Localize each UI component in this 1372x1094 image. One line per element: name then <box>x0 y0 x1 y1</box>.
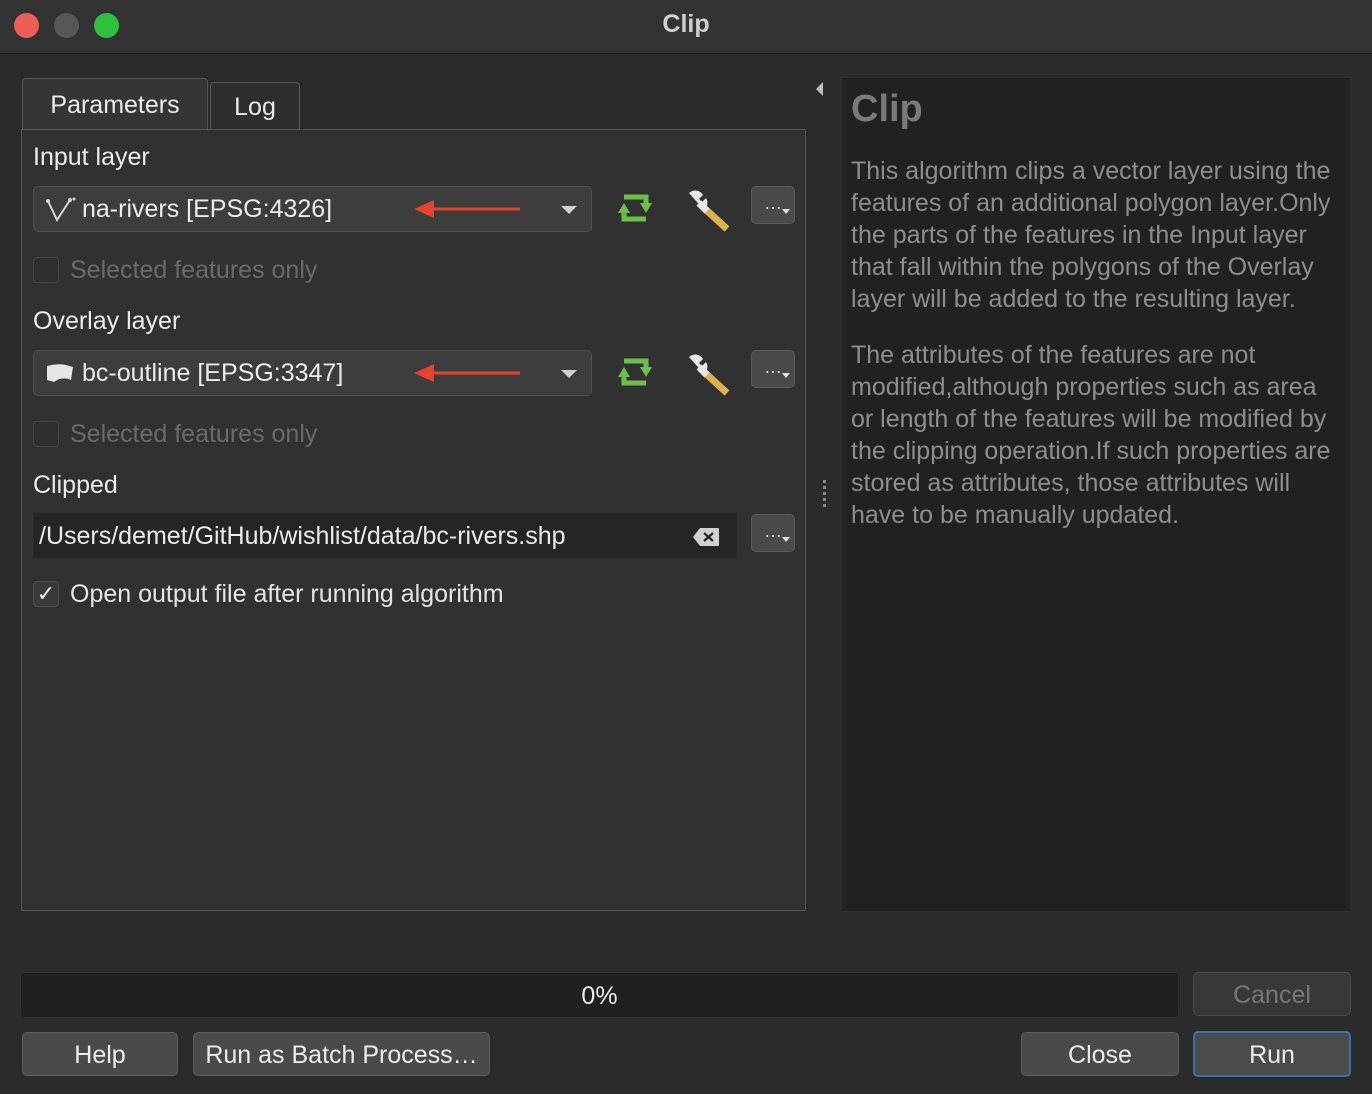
clipped-label: Clipped <box>33 471 118 499</box>
title-bar: Clip <box>0 0 1372 54</box>
input-selected-only-checkbox[interactable] <box>33 257 59 283</box>
help-paragraph-2: The attributes of the features are not m… <box>851 341 1331 529</box>
iterate-icon[interactable] <box>610 347 660 397</box>
chevron-down-icon <box>561 370 577 378</box>
input-layer-combo[interactable]: na-rivers [EPSG:4326] <box>33 186 592 232</box>
batch-process-button[interactable]: Run as Batch Process… <box>193 1032 490 1076</box>
wrench-icon[interactable] <box>683 183 733 233</box>
polygon-layer-icon <box>47 364 73 382</box>
chevron-down-icon <box>561 206 577 214</box>
help-paragraph-1: This algorithm clips a vector layer usin… <box>851 157 1331 313</box>
input-layer-label: Input layer <box>33 143 150 171</box>
iterate-icon[interactable] <box>610 183 660 233</box>
wrench-icon[interactable] <box>683 347 733 397</box>
overlay-layer-label: Overlay layer <box>33 307 181 335</box>
input-layer-browse-button[interactable]: … <box>751 186 795 224</box>
overlay-layer-combo[interactable]: bc-outline [EPSG:3347] <box>33 350 592 396</box>
overlay-selected-only-checkbox[interactable] <box>33 421 59 447</box>
progress-bar: 0% <box>20 972 1179 1018</box>
tab-parameters[interactable]: Parameters <box>22 78 208 132</box>
browse-button-label: … <box>764 193 782 213</box>
run-button[interactable]: Run <box>1193 1031 1351 1077</box>
line-layer-icon <box>46 197 76 223</box>
browse-button-label: … <box>764 357 782 377</box>
help-panel: Clip This algorithm clips a vector layer… <box>841 77 1351 912</box>
window-title: Clip <box>662 10 710 38</box>
cancel-button[interactable]: Cancel <box>1193 972 1351 1016</box>
clear-field-icon[interactable] <box>692 527 720 547</box>
open-output-label: Open output file after running algorithm <box>70 580 504 608</box>
input-layer-value: na-rivers [EPSG:4326] <box>82 195 333 223</box>
output-path-value: /Users/demet/GitHub/wishlist/data/bc-riv… <box>39 522 566 550</box>
overlay-layer-value: bc-outline [EPSG:3347] <box>82 359 344 387</box>
input-selected-only-label: Selected features only <box>70 256 318 284</box>
help-title: Clip <box>851 88 923 130</box>
help-button[interactable]: Help <box>22 1032 178 1076</box>
tab-log[interactable]: Log <box>210 82 300 130</box>
overlay-selected-only-label: Selected features only <box>70 420 318 448</box>
close-button[interactable]: Close <box>1021 1032 1179 1076</box>
open-output-checkbox[interactable]: ✓ <box>33 581 59 607</box>
output-browse-button[interactable]: … <box>751 514 795 552</box>
annotation-arrow-icon <box>414 364 520 382</box>
collapse-help-arrow-icon[interactable] <box>816 82 823 96</box>
browse-button-label: … <box>764 521 782 541</box>
output-path-field[interactable]: /Users/demet/GitHub/wishlist/data/bc-riv… <box>33 512 737 559</box>
overlay-layer-browse-button[interactable]: … <box>751 350 795 388</box>
annotation-arrow-icon <box>414 200 520 218</box>
splitter-grip-icon[interactable] <box>823 480 827 516</box>
